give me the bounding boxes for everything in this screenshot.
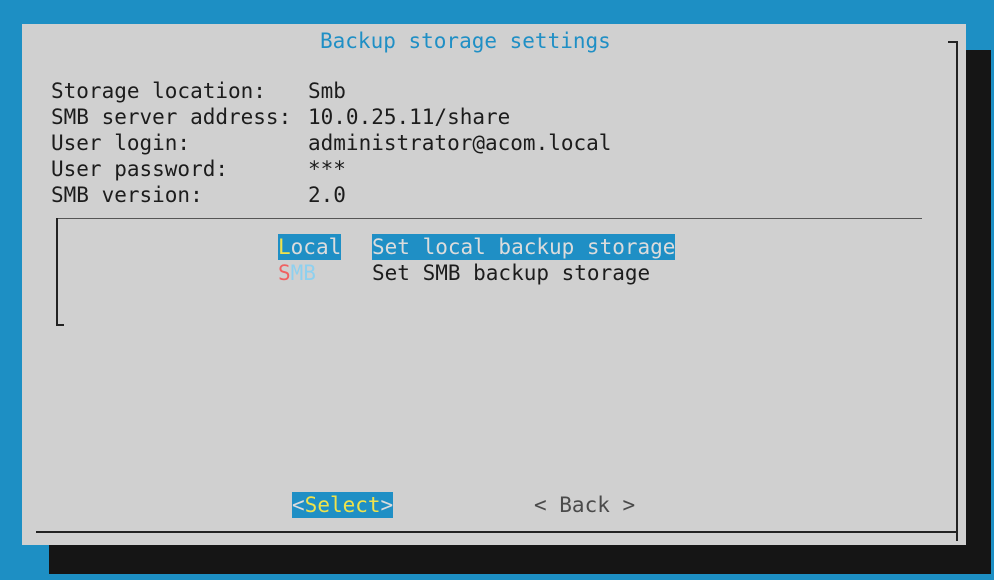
hotkey-letter: L xyxy=(278,235,291,259)
hotkey-letter: S xyxy=(278,261,291,285)
info-value: Smb xyxy=(308,79,346,103)
button-bracket: > xyxy=(380,493,394,517)
info-value: *** xyxy=(308,157,346,181)
menu-box-bottom-corner xyxy=(56,324,64,326)
menu-description[interactable]: Set local backup storage xyxy=(372,234,676,260)
button-label: elect xyxy=(317,493,381,517)
dialog-right-border xyxy=(956,41,958,541)
menu-tag-smb[interactable]: SMB xyxy=(278,260,316,286)
info-label: User password: xyxy=(51,157,229,181)
info-value: administrator@acom.local xyxy=(308,131,612,155)
hotkey-letter: S xyxy=(304,493,318,517)
menu-tag-local[interactable]: Local xyxy=(278,234,342,260)
button-bracket: < xyxy=(292,493,305,517)
menu-box-left-border xyxy=(56,218,58,326)
menu-description[interactable]: Set SMB backup storage xyxy=(372,260,650,286)
info-label: Storage location: xyxy=(51,79,266,103)
info-label: SMB version: xyxy=(51,183,203,207)
info-value: 2.0 xyxy=(308,183,346,207)
tag-rest: ocal xyxy=(290,235,342,259)
tag-rest: MB xyxy=(290,261,316,285)
info-label: SMB server address: xyxy=(51,105,292,129)
info-value: 10.0.25.11/share xyxy=(308,105,511,129)
info-label: User login: xyxy=(51,131,191,155)
dialog-title: Backup storage settings xyxy=(320,29,611,53)
back-button[interactable]: < Back > xyxy=(534,492,635,518)
backup-storage-dialog: Backup storage settings Storage location… xyxy=(22,24,966,545)
select-button[interactable]: <Select> xyxy=(292,492,394,518)
dialog-top-right-corner xyxy=(948,41,958,43)
dialog-bottom-border xyxy=(36,531,958,533)
menu-box-top-border xyxy=(56,218,922,219)
